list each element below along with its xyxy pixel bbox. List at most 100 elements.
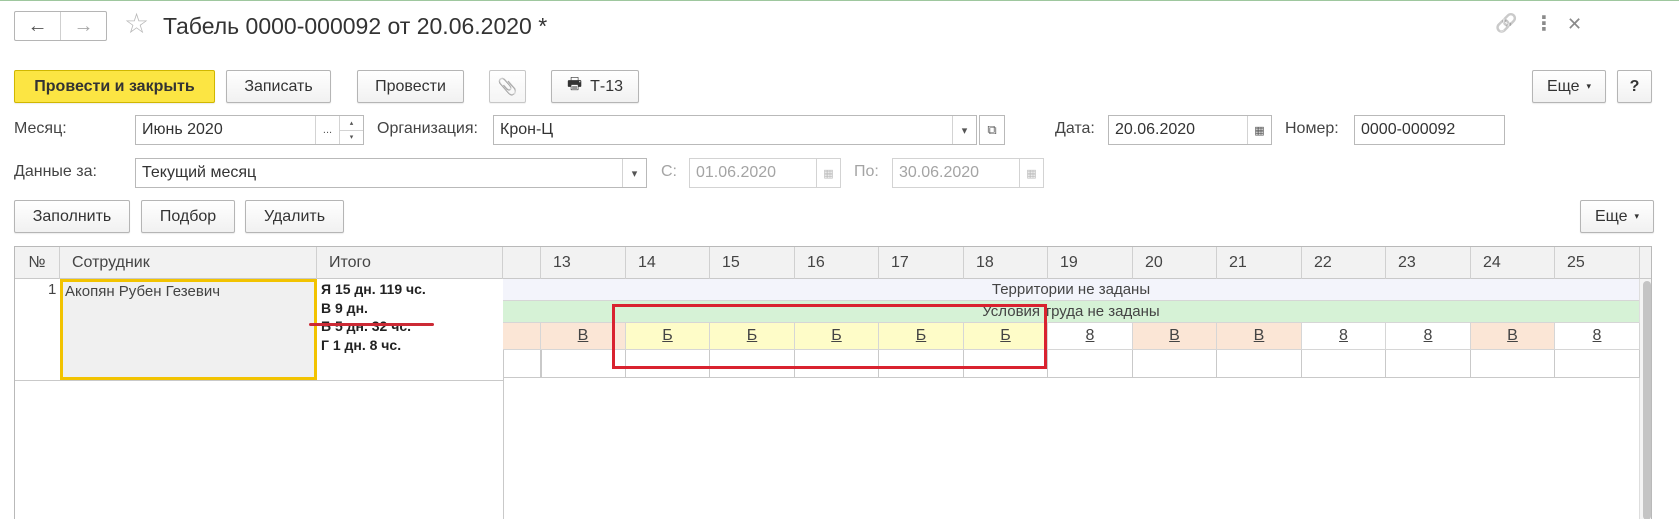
header-day[interactable]: 24 — [1471, 247, 1555, 279]
day-code-cell[interactable]: 8 — [1048, 323, 1133, 350]
timesheet-table[interactable]: № Сотрудник Итого 13 14 15 16 17 18 19 20 21 22 23… — [14, 246, 1652, 519]
attachment-button[interactable]: 📎 — [489, 70, 526, 103]
date-field[interactable]: 20.06.2020 ▦ — [1108, 115, 1272, 145]
table-header: № Сотрудник Итого 13 14 15 16 17 18 19 20 21 22 23… — [15, 247, 1651, 279]
paperclip-icon: 📎 — [497, 78, 518, 96]
organization-field[interactable]: Крон-Ц ▾ — [493, 115, 977, 145]
header-day[interactable]: 13 — [541, 247, 626, 279]
number-value: 0000-000092 — [1361, 121, 1456, 138]
table-more-label: Еще — [1594, 207, 1628, 225]
calendar-icon[interactable]: ▦ — [1247, 116, 1271, 144]
header-day[interactable]: 20 — [1133, 247, 1217, 279]
header-day[interactable]: 25 — [1555, 247, 1640, 279]
organization-label: Организация: — [377, 120, 478, 137]
pick-button[interactable]: Подбор — [141, 200, 235, 233]
table-more-button[interactable]: Еще ▾ — [1580, 200, 1654, 233]
day-code-cell[interactable]: 8 — [1302, 323, 1386, 350]
header-day[interactable]: 15 — [710, 247, 795, 279]
data-for-value: Текущий месяц — [142, 164, 257, 181]
header-day[interactable]: 16 — [795, 247, 879, 279]
day-value-cell[interactable] — [1471, 350, 1555, 378]
day-value-cell[interactable] — [1048, 350, 1133, 378]
day-code-cell[interactable]: В — [1471, 323, 1555, 350]
organization-value: Крон-Ц — [500, 121, 554, 138]
day-code-cell[interactable]: В — [1133, 323, 1217, 350]
page-title: Табель 0000-000092 от 20.06.2020 * — [163, 13, 548, 39]
row-number: 1 — [48, 281, 57, 298]
vertical-scrollbar[interactable] — [1639, 279, 1651, 519]
save-button[interactable]: Записать — [226, 70, 331, 103]
from-date-value: 01.06.2020 — [696, 164, 777, 181]
post-and-close-button[interactable]: Провести и закрыть — [14, 70, 215, 103]
more-vertical-icon[interactable]: ⋮ — [1534, 14, 1554, 34]
from-date-field: 01.06.2020 ▦ — [689, 158, 841, 188]
total-line: Я 15 дн. 119 чс. — [321, 281, 426, 297]
delete-button[interactable]: Удалить — [245, 200, 344, 233]
employee-name: Акопян Рубен Гезевич — [65, 283, 221, 300]
printer-icon: 🖶 — [566, 76, 583, 93]
row-divider — [15, 380, 503, 381]
dropdown-icon[interactable]: ▾ — [952, 116, 976, 144]
day-code-cell[interactable]: 8 — [1555, 323, 1640, 350]
print-t13-label: Т-13 — [590, 77, 623, 95]
data-for-label: Данные за: — [14, 163, 97, 180]
number-label: Номер: — [1285, 120, 1339, 137]
day-code-cell[interactable]: 8 — [1386, 323, 1471, 350]
day-code-cell[interactable] — [503, 323, 541, 350]
month-value: Июнь 2020 — [142, 121, 223, 138]
date-label: Дата: — [1055, 120, 1095, 137]
total-line: Б 5 дн. 32 чс. — [321, 318, 412, 335]
date-value: 20.06.2020 — [1115, 121, 1196, 138]
annotation-highlight-box — [612, 304, 1047, 369]
day-value-cell[interactable] — [503, 350, 541, 378]
to-label: По: — [854, 163, 879, 180]
header-day[interactable]: 19 — [1048, 247, 1133, 279]
more-button[interactable]: Еще ▾ — [1532, 70, 1606, 103]
header-day[interactable]: 23 — [1386, 247, 1471, 279]
spin-down-icon[interactable]: ▾ — [340, 129, 363, 145]
more-label: Еще — [1546, 77, 1580, 95]
day-value-cell[interactable] — [1133, 350, 1217, 378]
chevron-down-icon: ▾ — [1634, 211, 1640, 221]
totals-cell: Я 15 дн. 119 чс. В 9 дн. Б 5 дн. 32 чс. … — [321, 280, 426, 355]
territory-band: Территории не заданы — [503, 279, 1639, 301]
day-value-cell[interactable] — [1386, 350, 1471, 378]
employee-cell[interactable]: Акопян Рубен Гезевич — [60, 279, 317, 380]
header-day[interactable]: 22 — [1302, 247, 1386, 279]
forward-arrow-icon[interactable]: → — [60, 12, 106, 40]
header-day[interactable]: 17 — [879, 247, 964, 279]
link-icon[interactable]: 🔗 — [1495, 14, 1517, 32]
post-button[interactable]: Провести — [357, 70, 464, 103]
ellipsis-icon[interactable]: ... — [315, 116, 339, 144]
month-label: Месяц: — [14, 120, 67, 137]
day-value-cell[interactable] — [1555, 350, 1640, 378]
day-value-cell[interactable] — [1217, 350, 1302, 378]
header-spacer — [503, 247, 541, 279]
open-organization-icon[interactable]: ⧉ — [979, 115, 1005, 145]
number-field[interactable]: 0000-000092 — [1354, 115, 1505, 145]
data-for-field[interactable]: Текущий месяц ▾ — [135, 158, 647, 188]
dropdown-icon[interactable]: ▾ — [622, 159, 646, 187]
favorite-star-icon[interactable]: ☆ — [124, 10, 149, 38]
help-button[interactable]: ? — [1617, 70, 1652, 103]
print-t13-button[interactable]: 🖶 Т-13 — [551, 70, 639, 103]
header-day[interactable]: 18 — [964, 247, 1048, 279]
back-arrow-icon[interactable]: ← — [15, 12, 60, 40]
month-field[interactable]: Июнь 2020 ... ▴ ▾ — [135, 115, 364, 145]
day-value-cell[interactable] — [1302, 350, 1386, 378]
nav-buttons: ← → — [14, 11, 107, 41]
close-icon[interactable]: ✕ — [1567, 15, 1582, 33]
header-num[interactable]: № — [15, 247, 60, 279]
spin-up-icon[interactable]: ▴ — [340, 116, 363, 130]
annotation-underline — [309, 323, 434, 326]
header-day[interactable]: 14 — [626, 247, 710, 279]
header-employee[interactable]: Сотрудник — [60, 247, 317, 279]
day-code-cell[interactable]: В — [1217, 323, 1302, 350]
header-day[interactable]: 21 — [1217, 247, 1302, 279]
month-stepper[interactable]: ▴ ▾ — [339, 116, 363, 144]
scrollbar-thumb[interactable] — [1643, 281, 1651, 519]
fill-button[interactable]: Заполнить — [14, 200, 130, 233]
calendar-icon: ▦ — [1019, 159, 1043, 187]
total-line: Г 1 дн. 8 чс. — [321, 337, 402, 354]
header-total[interactable]: Итого — [317, 247, 503, 279]
